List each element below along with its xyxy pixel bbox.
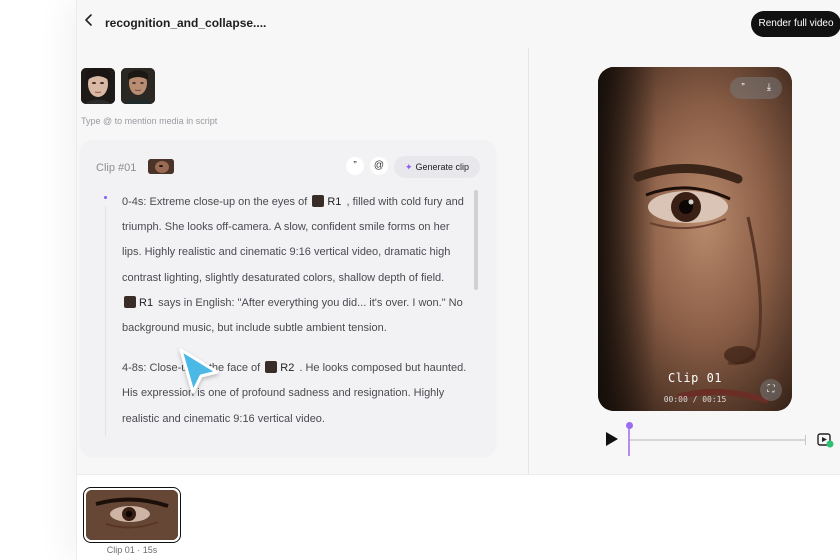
editor-window: recognition_and_collapse.... Render full… <box>76 0 840 560</box>
reference-name: R1 <box>327 196 342 208</box>
reference-face-icon <box>265 361 278 374</box>
generate-clip-label: Generate clip <box>415 162 470 172</box>
reference-chip[interactable]: R2 <box>265 356 294 381</box>
script-paragraph: 4-8s: Close-up of the face of R2 . He lo… <box>106 356 472 432</box>
video-frame <box>598 67 792 411</box>
download-icon[interactable]: ⤓ <box>756 77 782 99</box>
generate-clip-button[interactable]: ✦ Generate clip <box>394 156 480 178</box>
script-segment: , filled with cold fury and triumph. She… <box>122 196 464 284</box>
avatar-woman[interactable] <box>81 68 115 104</box>
playhead-line <box>628 426 630 456</box>
reference-name: R1 <box>139 296 154 309</box>
sparkle-icon: ✦ <box>404 162 413 172</box>
clip-thumbnail <box>148 159 174 174</box>
clip-timeline: Clip 01 · 15s <box>77 474 840 560</box>
clip-card: Clip #01 ” @ ✦ Generate clip 0-4s: Extrem… <box>80 140 496 456</box>
script-panel: Type @ to mention media in script Clip #… <box>77 48 528 474</box>
mention-hint: Type @ to mention media in script <box>81 116 218 126</box>
reference-chip[interactable]: R1 <box>124 291 153 316</box>
quote-icon[interactable]: ” <box>730 77 756 99</box>
timeline-clip[interactable] <box>83 487 181 543</box>
render-full-video-button[interactable]: Render full video <box>751 11 840 37</box>
clip-label: Clip #01 <box>96 162 137 174</box>
top-bar: recognition_and_collapse.... Render full… <box>77 0 840 48</box>
mention-icon[interactable]: @ <box>370 157 388 175</box>
chevron-left-icon[interactable] <box>79 12 99 34</box>
video-toolbar: ” ⤓ <box>730 77 782 99</box>
playhead-handle[interactable] <box>625 422 633 429</box>
project-title[interactable]: recognition_and_collapse.... <box>105 16 266 30</box>
script-segment: says in English: "After everything you d… <box>122 296 463 335</box>
script-segment: 0-4s: Extreme close-up on the eyes of <box>122 196 308 208</box>
picture-in-picture-icon[interactable] <box>817 432 835 448</box>
reference-name: R2 <box>280 362 295 375</box>
script-scrollbar[interactable] <box>474 190 478 290</box>
timeline-clip-caption: Clip 01 · 15s <box>106 545 158 555</box>
fullscreen-icon[interactable]: ⛶ <box>760 379 782 401</box>
play-icon[interactable] <box>605 431 619 447</box>
pointer-cursor-icon <box>179 348 219 394</box>
track-end-marker <box>805 435 806 445</box>
avatar-man[interactable] <box>121 68 155 104</box>
quote-icon[interactable]: ” <box>346 157 364 175</box>
preview-panel: ” ⤓ Clip 01 00:00 / 00:15 ⛶ <box>529 48 840 474</box>
timeline-clip-thumbnail <box>86 490 178 540</box>
reference-chip[interactable]: R1 <box>312 190 341 215</box>
video-preview[interactable]: ” ⤓ Clip 01 00:00 / 00:15 ⛶ <box>598 67 792 411</box>
reference-face-icon <box>124 295 136 308</box>
script-text[interactable]: 0-4s: Extreme close-up on the eyes of R1… <box>106 190 472 440</box>
progress-track[interactable] <box>629 439 805 441</box>
script-paragraph: 0-4s: Extreme close-up on the eyes of R1… <box>106 190 472 341</box>
reference-face-icon <box>312 195 325 207</box>
